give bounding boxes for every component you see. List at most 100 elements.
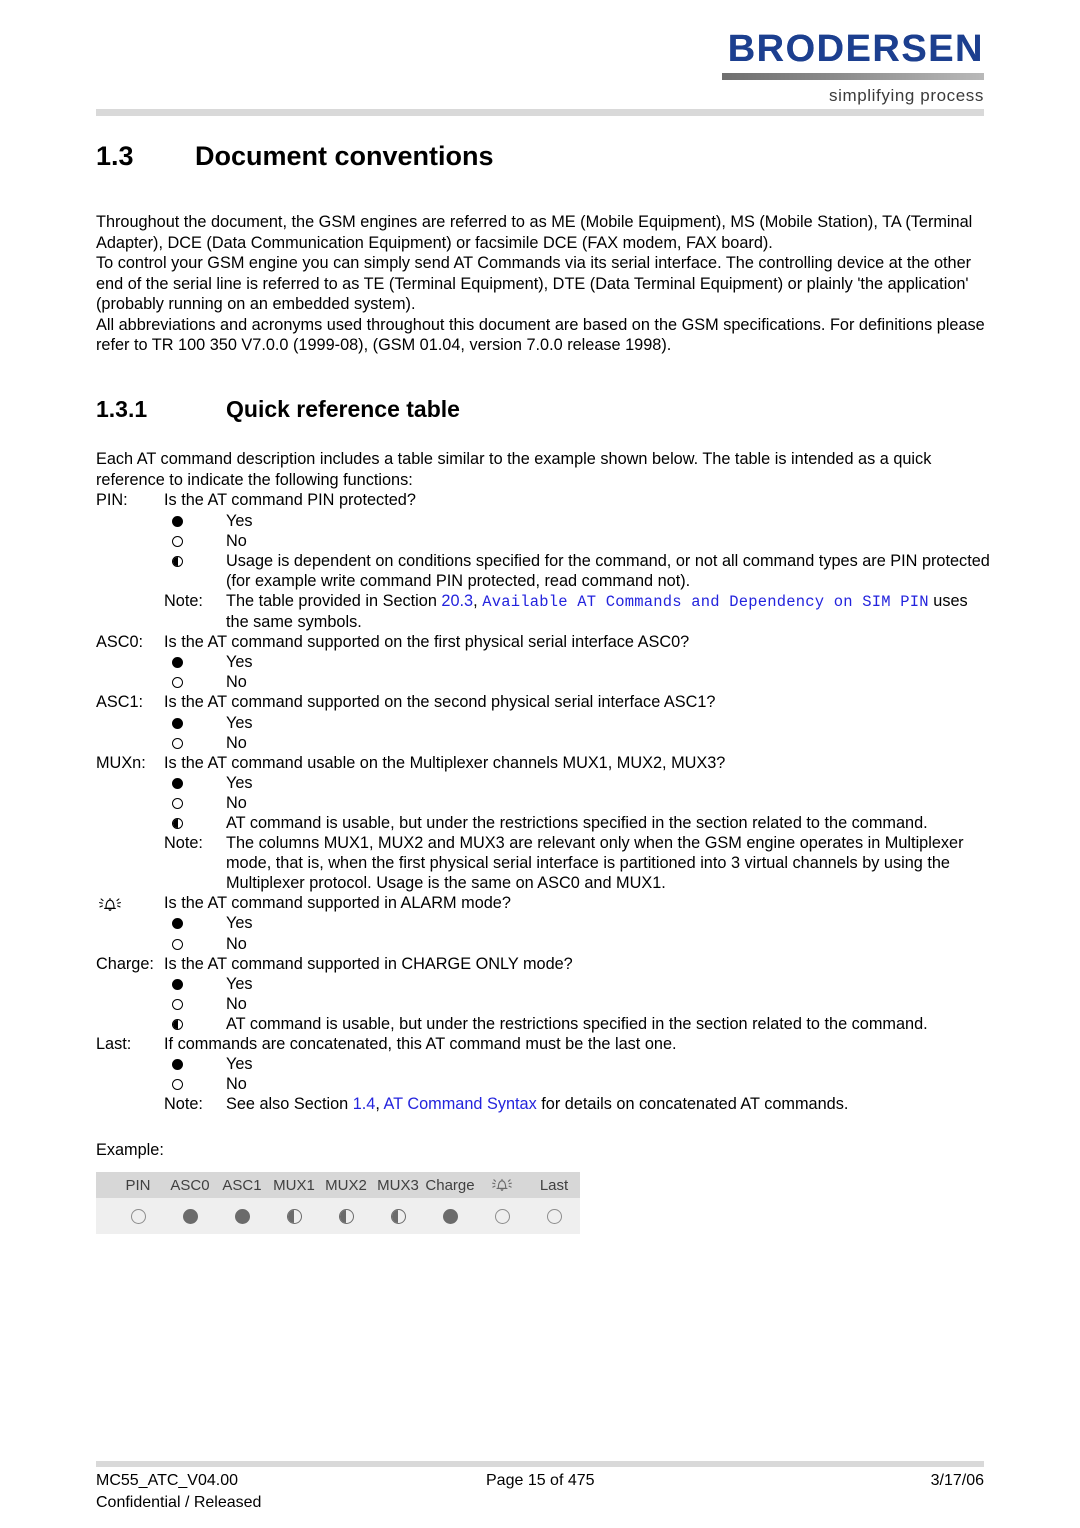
link-section-1-4[interactable]: 1.4 — [353, 1095, 376, 1113]
bullet-alarm-no: No — [96, 934, 991, 954]
note-text: The columns MUX1, MUX2 and MUX3 are rele… — [226, 834, 964, 893]
bullet-muxn-half: AT command is usable, but under the rest… — [96, 813, 991, 833]
bullet-label: AT command is usable, but under the rest… — [226, 1014, 928, 1033]
bullet-label: No — [226, 1075, 247, 1094]
quick-reference-intro: Each AT command description includes a t… — [96, 450, 932, 489]
bullet-charge-half: AT command is usable, but under the rest… — [96, 1014, 991, 1034]
definition-last: Last: If commands are concatenated, this… — [96, 1034, 991, 1054]
empty-circle-icon — [164, 733, 226, 753]
column-header-mux3: MUX3 — [372, 1172, 424, 1199]
bullet-pin-half: Usage is dependent on conditions specifi… — [96, 551, 991, 591]
definition-question-alarm: Is the AT command supported in ALARM mod… — [164, 894, 511, 913]
filled-circle-icon — [164, 652, 226, 672]
subsection-heading: 1.3.1 Quick reference table — [96, 396, 991, 424]
filled-circle-icon — [164, 1054, 226, 1074]
bullet-asc0-yes: Yes — [96, 652, 991, 672]
section-number: 1.3 — [96, 141, 134, 171]
bullet-label: Yes — [226, 974, 253, 993]
empty-circle-icon — [164, 994, 226, 1014]
note-separator: , — [375, 1095, 384, 1114]
intro-paragraph-3: All abbreviations and acronyms used thro… — [96, 315, 985, 355]
definition-term-last: Last: — [96, 1035, 132, 1054]
definition-term-pin: PIN: — [96, 491, 128, 510]
bullet-asc1-yes: Yes — [96, 713, 991, 733]
bullet-label: Usage is dependent on conditions specifi… — [226, 551, 990, 590]
cell-last — [528, 1198, 580, 1235]
bullet-label: Yes — [226, 1055, 253, 1074]
column-header-last: Last — [528, 1172, 580, 1199]
definition-question-muxn: Is the AT command usable on the Multiple… — [164, 753, 726, 772]
bullet-label: No — [226, 673, 247, 692]
column-header-charge: Charge — [424, 1172, 476, 1199]
footer-confidentiality: Confidential / Released — [96, 1494, 262, 1511]
table-row — [96, 1198, 580, 1235]
definition-list: PIN: Is the AT command PIN protected? Ye… — [96, 490, 991, 1114]
bullet-pin-no: No — [96, 531, 991, 551]
bullet-label: Yes — [226, 914, 253, 933]
cell-mux2 — [320, 1198, 372, 1235]
footer-doc-id: MC55_ATC_V04.00 — [96, 1472, 238, 1489]
link-section-20-3[interactable]: 20.3 — [441, 592, 473, 610]
bullet-label: No — [226, 531, 247, 550]
definition-term-asc0: ASC0: — [96, 633, 144, 652]
empty-circle-icon — [164, 793, 226, 813]
bullet-label: No — [226, 934, 247, 953]
empty-circle-icon — [164, 934, 226, 954]
table-spacer-cell — [96, 1172, 112, 1199]
cell-charge — [424, 1198, 476, 1235]
document-page: BRODERSEN simplifying process 1.3 Docume… — [0, 0, 1080, 1528]
bullet-muxn-no: No — [96, 793, 991, 813]
link-available-at-commands[interactable]: Available AT Commands and Dependency on … — [482, 593, 929, 611]
section-title: Document conventions — [195, 141, 494, 171]
table-spacer-cell — [96, 1198, 112, 1235]
bullet-label: Yes — [226, 713, 253, 732]
definition-pin: PIN: Is the AT command PIN protected? — [96, 490, 991, 510]
logo-gradient-bar — [722, 73, 984, 80]
definition-term-muxn: MUXn: — [96, 753, 146, 772]
note-text: The table provided in Section 20.3, Avai… — [226, 591, 991, 632]
definition-asc1: ASC1: Is the AT command supported on the… — [96, 692, 991, 712]
page-content: 1.3 Document conventions Throughout the … — [96, 140, 991, 1235]
bullet-asc1-no: No — [96, 733, 991, 753]
column-header-mux2: MUX2 — [320, 1172, 372, 1199]
intro-paragraph-1: Throughout the document, the GSM engines… — [96, 213, 973, 252]
link-at-command-syntax[interactable]: AT Command Syntax — [384, 1095, 537, 1113]
cell-alarm — [476, 1198, 528, 1235]
bullet-asc0-no: No — [96, 672, 991, 692]
definition-question-charge: Is the AT command supported in CHARGE ON… — [164, 954, 573, 973]
column-header-mux1: MUX1 — [268, 1172, 320, 1199]
logo-wordmark: BRODERSEN — [727, 28, 984, 70]
note-text-pre: The table provided in Section — [226, 591, 442, 610]
note-pin: Note: The table provided in Section 20.3… — [96, 591, 991, 632]
note-label: Note: — [164, 834, 203, 853]
half-circle-icon — [164, 1014, 226, 1034]
half-circle-icon — [164, 551, 226, 571]
cell-mux3 — [372, 1198, 424, 1235]
bullet-last-yes: Yes — [96, 1054, 991, 1074]
definition-charge: Charge: Is the AT command supported in C… — [96, 954, 991, 974]
empty-circle-icon — [164, 672, 226, 692]
column-header-alarm — [476, 1172, 528, 1199]
definition-question-asc0: Is the AT command supported on the first… — [164, 633, 690, 652]
note-label: Note: — [164, 1095, 203, 1114]
note-text: See also Section 1.4, AT Command Syntax … — [226, 1094, 991, 1114]
table-header-row: PIN ASC0 ASC1 MUX1 MUX2 MUX3 Charge Last — [96, 1172, 580, 1199]
logo-tagline: simplifying process — [828, 86, 984, 105]
note-text-pre: See also Section — [226, 1095, 353, 1114]
column-header-asc0: ASC0 — [164, 1172, 216, 1199]
bullet-label: No — [226, 733, 247, 752]
empty-circle-icon — [164, 531, 226, 551]
definition-term-asc1: ASC1: — [96, 693, 144, 712]
footer-divider — [96, 1461, 984, 1467]
bullet-charge-no: No — [96, 994, 991, 1014]
footer-date: 3/17/06 — [930, 1472, 984, 1489]
bullet-charge-yes: Yes — [96, 974, 991, 994]
intro-paragraph-2: To control your GSM engine you can simpl… — [96, 254, 972, 314]
definition-asc0: ASC0: Is the AT command supported on the… — [96, 632, 991, 652]
filled-circle-icon — [164, 511, 226, 531]
note-separator: , — [473, 591, 483, 610]
section-heading: 1.3 Document conventions — [96, 140, 991, 172]
footer-page-number: Page 15 of 475 — [486, 1472, 595, 1489]
bullet-label: Yes — [226, 773, 253, 792]
note-muxn: Note: The columns MUX1, MUX2 and MUX3 ar… — [96, 833, 991, 893]
